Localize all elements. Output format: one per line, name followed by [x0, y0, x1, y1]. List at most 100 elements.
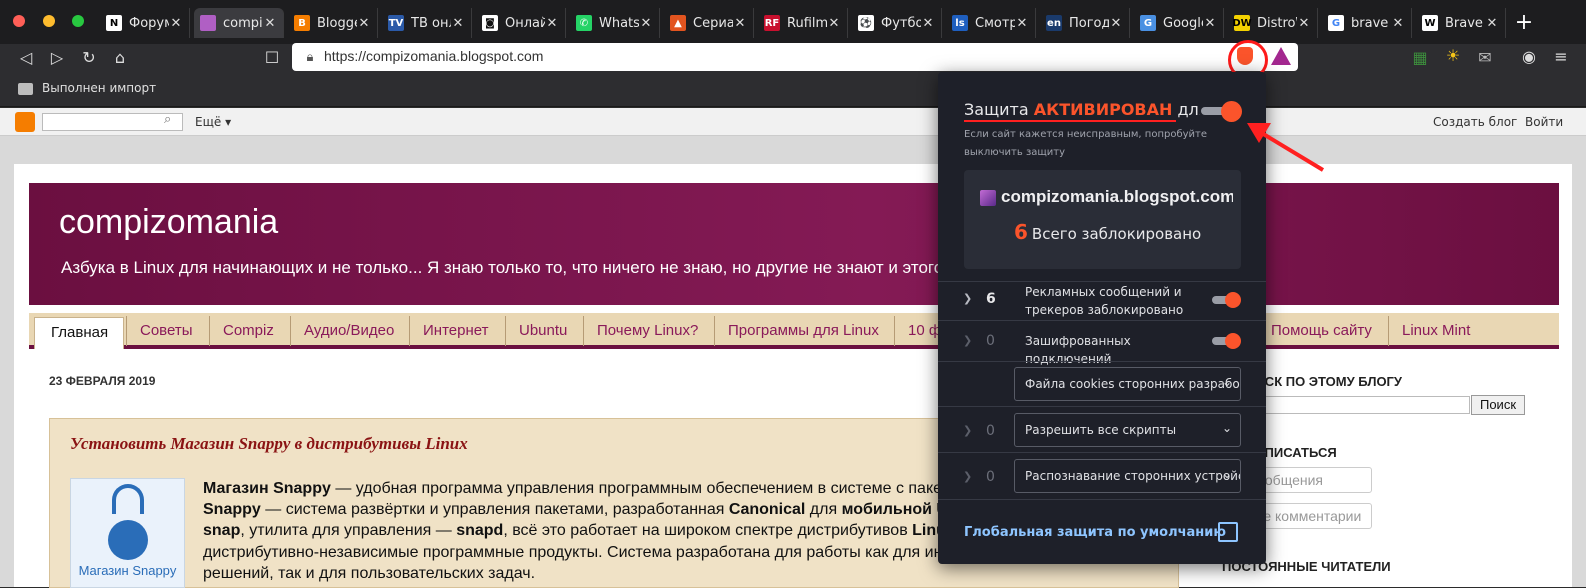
blocked-count: 6: [1014, 220, 1028, 244]
tab-2[interactable]: compizomania✕: [194, 8, 284, 38]
maximize-window-icon[interactable]: [72, 15, 84, 27]
close-tab-icon[interactable]: ✕: [357, 16, 371, 31]
tab-favicon-icon: ⚽: [858, 15, 874, 31]
home-icon[interactable]: ⌂: [110, 48, 130, 68]
close-tab-icon[interactable]: ✕: [1015, 16, 1029, 31]
close-tab-icon[interactable]: ✕: [545, 16, 559, 31]
menu-item-2[interactable]: Советы: [140, 316, 192, 346]
post-text-bold: snapd: [456, 522, 504, 539]
close-tab-icon[interactable]: ✕: [639, 16, 653, 31]
external-link-icon[interactable]: [1218, 522, 1238, 542]
shields-hint: Если сайт кажется неисправным, попробуйт…: [964, 129, 1208, 158]
fingerprint-select[interactable]: Распознавание сторонних устройств ⌄: [1014, 459, 1241, 493]
cookies-select[interactable]: Файла cookies сторонних разработчиков⌄: [1014, 367, 1241, 401]
https-toggle-knob[interactable]: [1225, 333, 1241, 349]
chevron-down-icon[interactable]: ❯: [963, 470, 972, 483]
new-tab-button[interactable]: +: [1514, 10, 1534, 35]
tab-11[interactable]: en Погода✕: [1040, 8, 1130, 38]
reload-icon[interactable]: ↻: [79, 48, 99, 68]
menu-item-11[interactable]: Linux Mint: [1402, 316, 1470, 346]
sign-in-link[interactable]: Войти: [1525, 115, 1563, 129]
menu-item-5[interactable]: Интернет: [423, 316, 488, 346]
close-tab-icon[interactable]: ✕: [1391, 16, 1405, 31]
shields-main-toggle-knob[interactable]: [1221, 101, 1242, 122]
tab-12[interactable]: G Google✕: [1134, 8, 1224, 38]
blog-title[interactable]: compizomania: [59, 203, 278, 242]
search-icon[interactable]: ⌕: [164, 112, 171, 127]
menu-item-8[interactable]: Программы для Linux: [728, 316, 879, 346]
tab-title: Форум: [129, 15, 169, 31]
tab-13[interactable]: DW DistroWatch✕: [1228, 8, 1318, 38]
global-defaults-link[interactable]: Глобальная защита по умолчанию: [964, 525, 1226, 540]
tab-4[interactable]: TV ТВ онлайн✕: [382, 8, 472, 38]
menu-item-7[interactable]: Почему Linux?: [597, 316, 698, 346]
brave-rewards-icon[interactable]: [1271, 47, 1291, 65]
post-text-line: Магазин Snappy — удобная программа управ…: [203, 480, 977, 498]
menu-item-4[interactable]: Аудио/Видео: [304, 316, 394, 346]
close-tab-icon[interactable]: ✕: [169, 16, 183, 31]
mail-icon[interactable]: ✉: [1475, 48, 1495, 68]
tab-9[interactable]: ⚽ Футбол✕: [852, 8, 942, 38]
close-tab-icon[interactable]: ✕: [827, 16, 841, 31]
row-separator: [938, 281, 1266, 282]
tab-14[interactable]: Gbrave browser✕: [1322, 8, 1412, 38]
extension-icon[interactable]: ▦: [1410, 48, 1430, 68]
sidebar-search-input[interactable]: [1240, 396, 1470, 414]
profile-icon[interactable]: ◉: [1519, 47, 1539, 67]
close-tab-icon[interactable]: ✕: [451, 16, 465, 31]
close-tab-icon[interactable]: ✕: [921, 16, 935, 31]
menu-separator: [1388, 316, 1389, 346]
url-text[interactable]: https://compizomania.blogspot.com: [324, 48, 543, 64]
tab-favicon-icon: ◙: [482, 15, 498, 31]
forward-icon[interactable]: ▷: [47, 48, 67, 68]
close-tab-icon[interactable]: ✕: [263, 16, 277, 31]
tab-7[interactable]: ▲ Сериалы✕: [664, 8, 754, 38]
menu-separator: [126, 316, 127, 346]
tab-title: Blogger: [317, 15, 357, 31]
tab-title: compizomania: [223, 15, 263, 31]
close-tab-icon[interactable]: ✕: [733, 16, 747, 31]
menu-item-6[interactable]: Ubuntu: [519, 316, 567, 346]
bookmark-icon[interactable]: ☐: [262, 48, 282, 68]
close-tab-icon[interactable]: ✕: [1203, 16, 1217, 31]
tab-1[interactable]: N Форум✕: [100, 8, 190, 38]
tab-15[interactable]: W Brave (web✕: [1416, 8, 1506, 38]
tab-favicon-icon: ▲: [670, 15, 686, 31]
menu-item-10[interactable]: Помощь сайту: [1271, 316, 1372, 346]
post-text-line: snap, утилита для управления — snapd, вс…: [203, 522, 955, 540]
chevron-down-icon[interactable]: ❯: [963, 292, 972, 305]
weather-icon[interactable]: ☀: [1443, 46, 1463, 66]
folder-icon[interactable]: [18, 83, 33, 95]
close-tab-icon[interactable]: ✕: [1297, 16, 1311, 31]
close-tab-icon[interactable]: ✕: [1485, 16, 1499, 31]
back-icon[interactable]: ◁: [16, 48, 36, 68]
close-tab-icon[interactable]: ✕: [1109, 16, 1123, 31]
tab-favicon-icon: en: [1046, 15, 1062, 31]
sidebar-search-button[interactable]: Поиск: [1471, 395, 1525, 415]
blogger-more-menu[interactable]: Ещё ▾: [195, 115, 231, 129]
tab-5[interactable]: ◙ Онлайн✕: [476, 8, 566, 38]
minimize-window-icon[interactable]: [43, 15, 55, 27]
post-text-plain: решений, так и для пользовательских зада…: [203, 565, 536, 582]
menu-icon[interactable]: ≡: [1551, 47, 1571, 67]
shopping-bag-icon: [108, 520, 148, 560]
blogger-logo-icon[interactable]: [15, 112, 35, 132]
menu-item-3[interactable]: Compiz: [223, 316, 274, 346]
blogger-search-input[interactable]: [42, 113, 183, 131]
tab-10[interactable]: ls Смотреть✕: [946, 8, 1036, 38]
menu-item-1[interactable]: Главная: [51, 318, 108, 348]
create-blog-link[interactable]: Создать блог: [1433, 115, 1517, 129]
tab-favicon-icon: N: [106, 15, 122, 31]
shields-title-prefix: Защита: [964, 100, 1034, 119]
tab-6[interactable]: ✆ WhatsApp✕: [570, 8, 660, 38]
chevron-down-icon[interactable]: ❯: [963, 334, 972, 347]
post-title[interactable]: Установить Магазин Snappy в дистрибутивы…: [70, 434, 468, 454]
scripts-select[interactable]: Разрешить все скрипты ⌄: [1014, 413, 1241, 447]
ads-toggle-knob[interactable]: [1225, 292, 1241, 308]
bookmarks-bar: [0, 74, 1586, 107]
tab-3[interactable]: B Blogger✕: [288, 8, 378, 38]
close-window-icon[interactable]: [13, 15, 25, 27]
tab-8[interactable]: RF Rufilm ✕: [758, 8, 848, 38]
chevron-down-icon[interactable]: ❯: [963, 424, 972, 437]
bookmarks-folder-label[interactable]: Выполнен импорт: [42, 81, 156, 95]
